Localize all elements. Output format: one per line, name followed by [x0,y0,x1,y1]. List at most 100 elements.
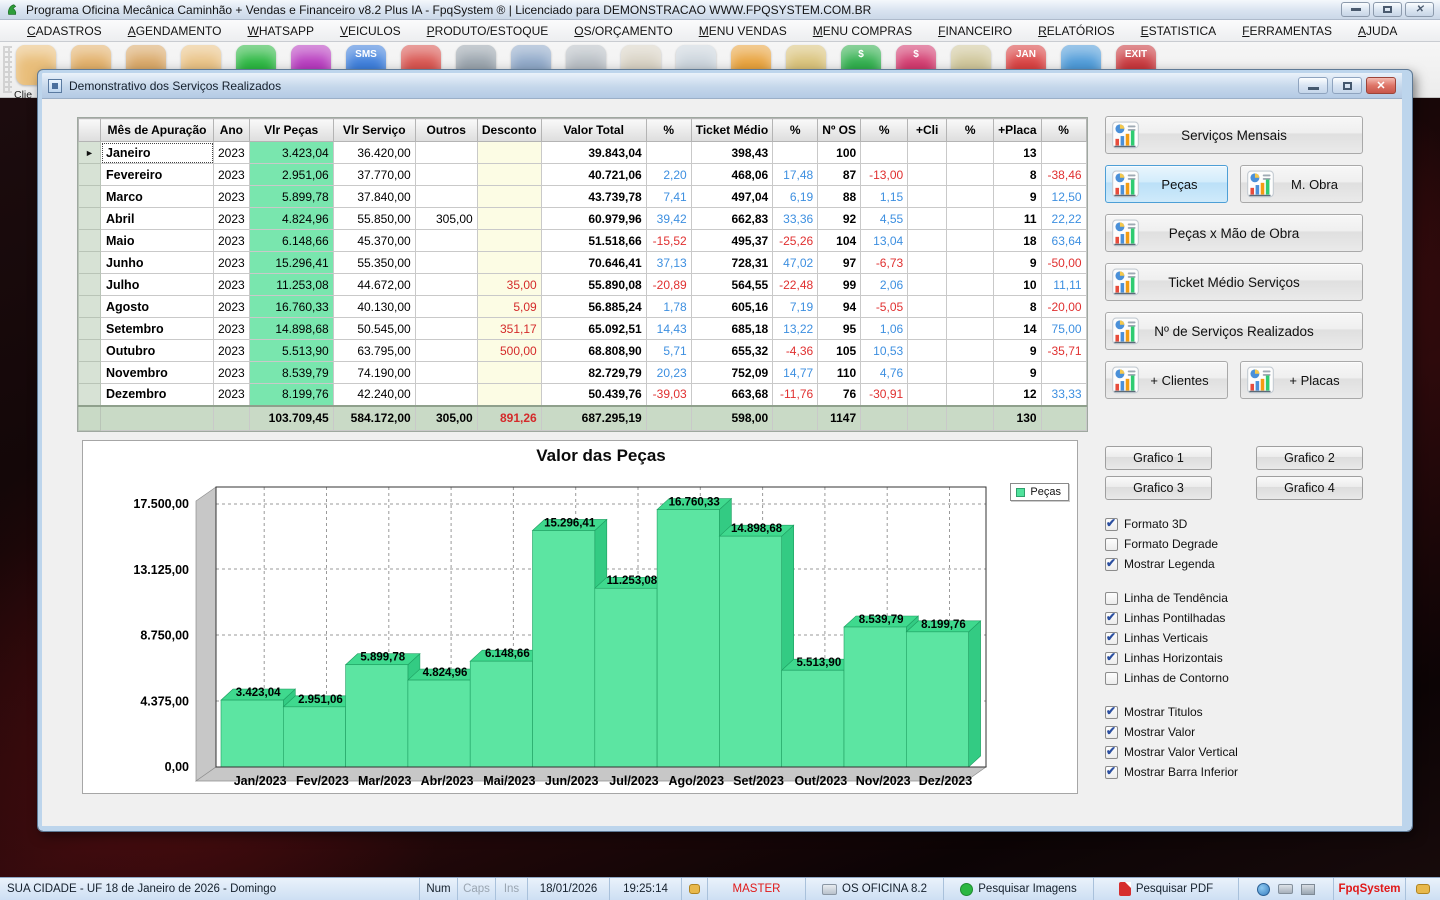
cell-ticket[interactable]: 495,37 [690,229,774,252]
cell-pct[interactable]: 37,13 [645,251,692,274]
cell-outros[interactable] [414,185,478,208]
menu-item-financeiro[interactable]: FINANCEIRO [925,21,1025,41]
cell-pct[interactable]: 2,20 [645,163,692,186]
cell-servico[interactable]: 45.370,00 [332,229,416,252]
cell-pct[interactable]: 1,15 [860,185,909,208]
cell-pecas[interactable]: 2.951,06 [248,163,334,186]
cell-pct[interactable] [1040,404,1087,431]
cell-ano[interactable] [213,404,250,431]
menu-item-veiculos[interactable]: VEICULOS [327,21,414,41]
table-row[interactable]: ► Janeiro 2023 3.423,04 36.420,00 39.843,04 39… [78,141,1087,164]
cell-pct[interactable]: 13,22 [772,317,819,340]
button-grafico-2[interactable]: Grafico 2 [1256,446,1363,470]
cell-ano[interactable]: 2023 [213,339,250,362]
cell-pct[interactable] [772,141,819,164]
cell-cli[interactable] [907,361,948,384]
cell-ano[interactable]: 2023 [213,185,250,208]
printer-icon[interactable] [1278,884,1293,894]
menu-item-menu-compras[interactable]: MENU COMPRAS [800,21,925,41]
cell-pct[interactable] [1040,141,1087,164]
table-row[interactable]: Maio 2023 6.148,66 45.370,00 51.518,66 -15,52… [78,229,1087,252]
cell-pct[interactable]: -11,76 [772,383,819,406]
cell-pct[interactable] [645,141,692,164]
cell-total[interactable]: 43.739,78 [540,185,647,208]
cell-cli[interactable] [907,163,948,186]
cell-os[interactable]: 99 [817,273,862,296]
cell-pct[interactable]: 4,76 [860,361,909,384]
cell-pct[interactable]: 33,36 [772,207,819,230]
cell-pct[interactable]: -15,52 [645,229,692,252]
cell-pct[interactable]: 17,48 [772,163,819,186]
menu-item-cadastros[interactable]: CADASTROS [14,21,115,41]
checkbox-mostrar-titulos[interactable] [1105,704,1118,719]
cell-cli[interactable] [907,383,948,406]
minimize-button[interactable] [1341,2,1370,17]
cell-ticket[interactable]: 752,09 [690,361,774,384]
cell-total[interactable]: 68.808,90 [540,339,647,362]
cell-outros[interactable]: 305,00 [414,207,478,230]
cell-os[interactable]: 1147 [817,404,862,431]
checkbox-formato-degrade[interactable] [1105,537,1118,551]
cell-servico[interactable]: 37.770,00 [332,163,416,186]
cell-pct[interactable]: 1,78 [645,295,692,318]
cell-pct[interactable]: -20,00 [1040,295,1087,318]
cell-desconto[interactable] [476,383,542,406]
cell-os[interactable]: 94 [817,295,862,318]
cell-pct[interactable] [946,251,995,274]
cell-pct[interactable]: -30,91 [860,383,909,406]
cell-pct[interactable]: 7,19 [772,295,819,318]
cell-pct[interactable] [946,404,995,431]
cell-mes[interactable]: Outubro [100,339,214,362]
cell-cli[interactable] [907,185,948,208]
cell-ticket[interactable]: 468,06 [690,163,774,186]
cell-pct[interactable]: 14,43 [645,317,692,340]
menu-item-produto-estoque[interactable]: PRODUTO/ESTOQUE [414,21,562,41]
cell-pct[interactable] [1040,361,1087,384]
cell-desconto[interactable]: 35,00 [476,273,542,296]
cell-pct[interactable]: -6,73 [860,251,909,274]
cell-cli[interactable] [907,229,948,252]
cell-desconto[interactable] [476,251,542,274]
cell-outros[interactable] [414,163,478,186]
globe-icon[interactable] [1257,882,1270,896]
cell-ano[interactable]: 2023 [213,207,250,230]
menu-item-ferramentas[interactable]: FERRAMENTAS [1229,21,1345,41]
cell-mes[interactable]: Marco [100,185,214,208]
checkbox-linhas-horizontais[interactable] [1105,650,1118,665]
cell-cli[interactable] [907,251,948,274]
button-ticket-medio-servicos[interactable]: Ticket Médio Serviços [1105,263,1363,301]
cell-pct[interactable]: -39,03 [645,383,692,406]
cell-pct[interactable]: -20,89 [645,273,692,296]
table-row[interactable]: Setembro 2023 14.898,68 50.545,00 351,17 65.0… [78,317,1087,340]
cell-mes[interactable]: Junho [100,251,214,274]
cell-pct[interactable]: -35,71 [1040,339,1087,362]
cell-mes[interactable]: Abril [100,207,214,230]
cell-pecas[interactable]: 8.199,76 [248,383,334,406]
menu-item-ajuda[interactable]: AJUDA [1345,21,1410,41]
cell-cli[interactable] [907,404,948,431]
checkbox-mostrar-barra-inferior[interactable] [1105,764,1118,779]
cell-pct[interactable]: -13,00 [860,163,909,186]
menu-item-estatistica[interactable]: ESTATISTICA [1128,21,1230,41]
cell-outros[interactable] [414,141,478,164]
checkbox-mostrar-valor[interactable] [1105,724,1118,739]
cell-outros[interactable] [414,229,478,252]
report-window-titlebar[interactable]: Demonstrativo dos Serviços Realizados ✕ [42,73,1402,99]
cell-desconto[interactable]: 351,17 [476,317,542,340]
checkbox-formato-3d[interactable] [1105,516,1118,531]
checkbox-linha-de-tendencia[interactable] [1105,591,1118,605]
cell-pct[interactable]: 10,53 [860,339,909,362]
cell-pct[interactable]: 20,23 [645,361,692,384]
cell-pct[interactable]: 47,02 [772,251,819,274]
cell-ticket[interactable]: 655,32 [690,339,774,362]
cell-placa[interactable]: 8 [993,295,1042,318]
cell-cli[interactable] [907,141,948,164]
cell-ticket[interactable]: 605,16 [690,295,774,318]
cell-ticket[interactable]: 598,00 [690,404,774,431]
cell-mes[interactable]: Novembro [100,361,214,384]
cell-pct[interactable] [946,295,995,318]
cell-total[interactable]: 39.843,04 [540,141,647,164]
cell-desconto[interactable]: 500,00 [476,339,542,362]
cell-pct[interactable] [946,163,995,186]
cell-desconto[interactable] [476,361,542,384]
